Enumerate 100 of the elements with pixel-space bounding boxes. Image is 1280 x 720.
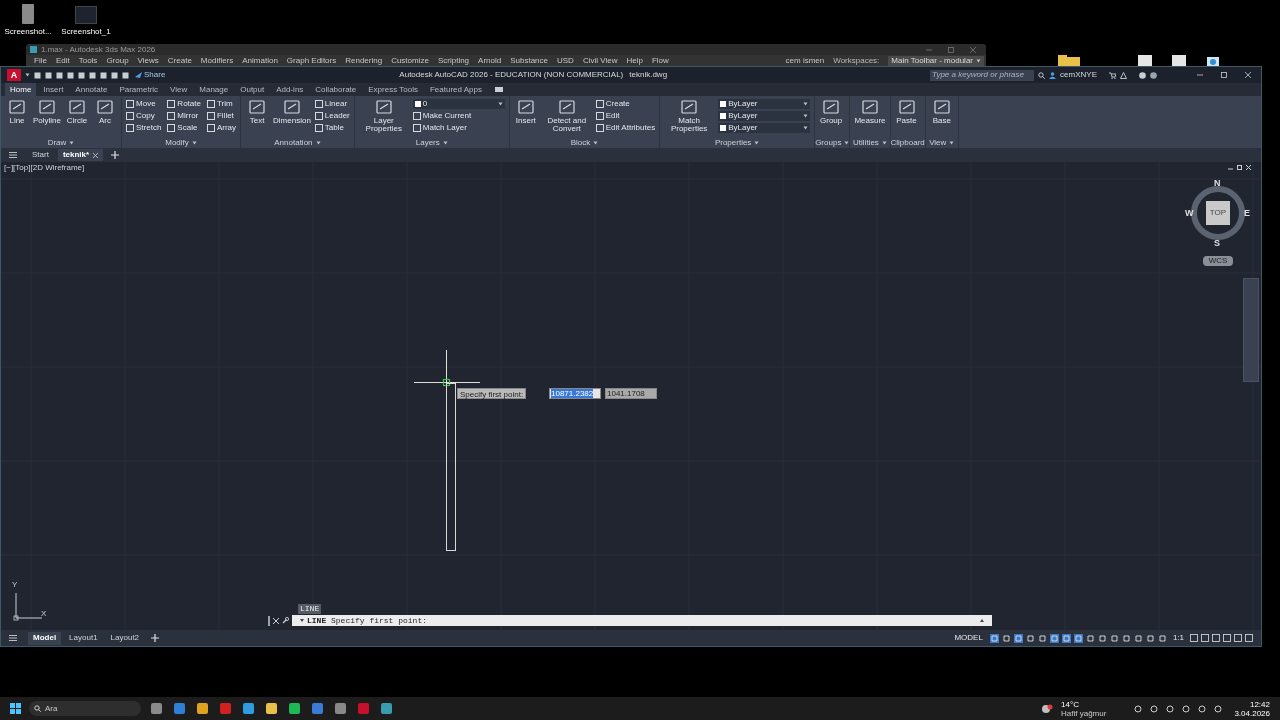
- ribbon-tab[interactable]: Insert: [38, 83, 69, 96]
- share-button[interactable]: Share: [135, 70, 166, 80]
- app-icon[interactable]: [381, 703, 392, 714]
- workspace-dropdown[interactable]: Main Toolbar - modular: [888, 55, 984, 66]
- status-toggle-icon[interactable]: [1097, 633, 1107, 643]
- menu-icon[interactable]: [9, 635, 17, 641]
- status-toggle-icon[interactable]: [1025, 633, 1035, 643]
- layout-tab[interactable]: Layout2: [105, 631, 145, 645]
- menu-item[interactable]: Rendering: [345, 55, 383, 66]
- ribbon-button[interactable]: Table: [314, 123, 350, 133]
- menu-item[interactable]: Graph Editors: [286, 55, 337, 66]
- app-icon[interactable]: [151, 703, 162, 714]
- menu-item[interactable]: Create: [167, 55, 192, 66]
- file-tab[interactable]: Start: [27, 149, 54, 161]
- file-tab[interactable]: teknik*: [57, 149, 104, 161]
- ribbon-button[interactable]: Linear: [314, 99, 350, 109]
- panel-title[interactable]: Groups: [815, 137, 850, 148]
- panel-title[interactable]: Clipboard: [890, 137, 925, 148]
- ribbon-button[interactable]: Scale: [167, 123, 201, 133]
- ribbon-button[interactable]: Base: [929, 99, 954, 125]
- panel-title[interactable]: View: [929, 137, 955, 148]
- panel-title[interactable]: Properties: [714, 137, 760, 148]
- windows-logo-icon[interactable]: [10, 703, 21, 714]
- menu-item[interactable]: File: [34, 55, 47, 66]
- user-icon[interactable]: [1049, 71, 1057, 79]
- menu-item[interactable]: Flow: [651, 55, 669, 66]
- menu-item[interactable]: Substance: [510, 55, 548, 66]
- menu-item[interactable]: Views: [137, 55, 159, 66]
- panel-title[interactable]: Utilities: [853, 137, 887, 148]
- plus-icon[interactable]: [151, 634, 160, 642]
- search-field[interactable]: Ara: [29, 701, 141, 716]
- ribbon-button[interactable]: Circle: [65, 99, 89, 125]
- menu-item[interactable]: Help: [626, 55, 643, 66]
- app-icon[interactable]: [312, 703, 323, 714]
- dropdown[interactable]: 0: [412, 99, 505, 109]
- menu-item[interactable]: Animation: [242, 55, 278, 66]
- menu-item[interactable]: Modifiers: [200, 55, 234, 66]
- menu-item[interactable]: Group: [106, 55, 129, 66]
- panel-title[interactable]: Modify: [165, 137, 197, 148]
- menu-item[interactable]: Edit: [55, 55, 70, 66]
- app-icon[interactable]: [197, 703, 208, 714]
- ribbon-button[interactable]: Insert: [513, 99, 538, 125]
- app-icon[interactable]: [266, 703, 277, 714]
- search-icon[interactable]: [1038, 71, 1046, 79]
- ribbon-button[interactable]: Layer Properties: [358, 99, 409, 133]
- recycle-bin-icon[interactable]: [1206, 55, 1220, 66]
- status-toggle-icon[interactable]: [1073, 633, 1083, 643]
- minimize-icon[interactable]: [1228, 165, 1233, 170]
- ribbon-button[interactable]: Paste: [894, 99, 919, 125]
- viewport-label[interactable]: [−][Top][2D Wireframe]: [4, 163, 85, 173]
- restore-icon[interactable]: [1237, 165, 1242, 170]
- model-space-toggle[interactable]: MODEL: [954, 633, 983, 643]
- status-toggle-icon[interactable]: [1013, 633, 1023, 643]
- ribbon-button[interactable]: Edit: [595, 111, 656, 121]
- app-logo[interactable]: A: [7, 69, 21, 81]
- ribbon-button[interactable]: Array: [206, 123, 237, 133]
- panel-title[interactable]: Block: [570, 137, 599, 148]
- ribbon-button[interactable]: Copy: [126, 111, 162, 121]
- ribbon-button[interactable]: Polyline: [33, 99, 61, 125]
- ribbon-button[interactable]: Line: [5, 99, 29, 125]
- status-toggle-icon[interactable]: [1049, 633, 1059, 643]
- ribbon-button[interactable]: Mirror: [167, 111, 201, 121]
- status-toggle-icon[interactable]: [1061, 633, 1071, 643]
- dropdown[interactable]: ByLayer: [718, 99, 811, 109]
- ribbon-button[interactable]: Leader: [314, 111, 350, 121]
- status-toggle-icon[interactable]: [989, 633, 999, 643]
- status-toggle-icon[interactable]: [1085, 633, 1095, 643]
- clock-time[interactable]: 12:42: [1249, 699, 1270, 709]
- ribbon-tab[interactable]: View: [165, 83, 193, 96]
- command-line-field[interactable]: LINE Specify first point:: [292, 615, 992, 626]
- status-toggle-icon[interactable]: [1133, 633, 1143, 643]
- menu-item[interactable]: Arnold: [478, 55, 502, 66]
- ribbon-button[interactable]: Arc: [93, 99, 117, 125]
- menu-item[interactable]: Tools: [78, 55, 98, 66]
- panel-toggle-icon[interactable]: [494, 87, 503, 92]
- ribbon-button[interactable]: Dimension: [273, 99, 311, 125]
- status-toggle-icon[interactable]: [1037, 633, 1047, 643]
- ucs-menu[interactable]: WCS: [1203, 256, 1233, 266]
- recent-command[interactable]: LINE: [298, 604, 322, 614]
- ribbon-tab[interactable]: Output: [235, 83, 270, 96]
- dropdown[interactable]: ByLayer: [718, 111, 811, 121]
- app-icon[interactable]: [243, 703, 254, 714]
- triangle-icon[interactable]: [1120, 71, 1127, 79]
- ribbon-tab[interactable]: Add-ins: [271, 83, 309, 96]
- menu-icon[interactable]: [9, 152, 17, 158]
- weather-icon[interactable]: [1041, 703, 1054, 714]
- menu-item[interactable]: Civil View: [582, 55, 618, 66]
- viewcube-face[interactable]: TOP: [1206, 201, 1230, 225]
- plus-icon[interactable]: [111, 151, 120, 159]
- wrench-icon[interactable]: [282, 617, 289, 624]
- ribbon-button[interactable]: Measure: [854, 99, 886, 125]
- panel-title[interactable]: Draw: [47, 137, 75, 148]
- coordinate-input[interactable]: 1041.1708: [605, 388, 657, 399]
- ribbon-tab[interactable]: Home: [5, 83, 37, 96]
- ribbon-button[interactable]: Match Layer: [412, 123, 505, 133]
- app-icon[interactable]: [335, 703, 346, 714]
- status-toggle-icon[interactable]: [1121, 633, 1131, 643]
- menu-item[interactable]: Scripting: [437, 55, 470, 66]
- layout-tab[interactable]: Model: [28, 631, 62, 645]
- ribbon-tab[interactable]: Featured Apps: [424, 83, 487, 96]
